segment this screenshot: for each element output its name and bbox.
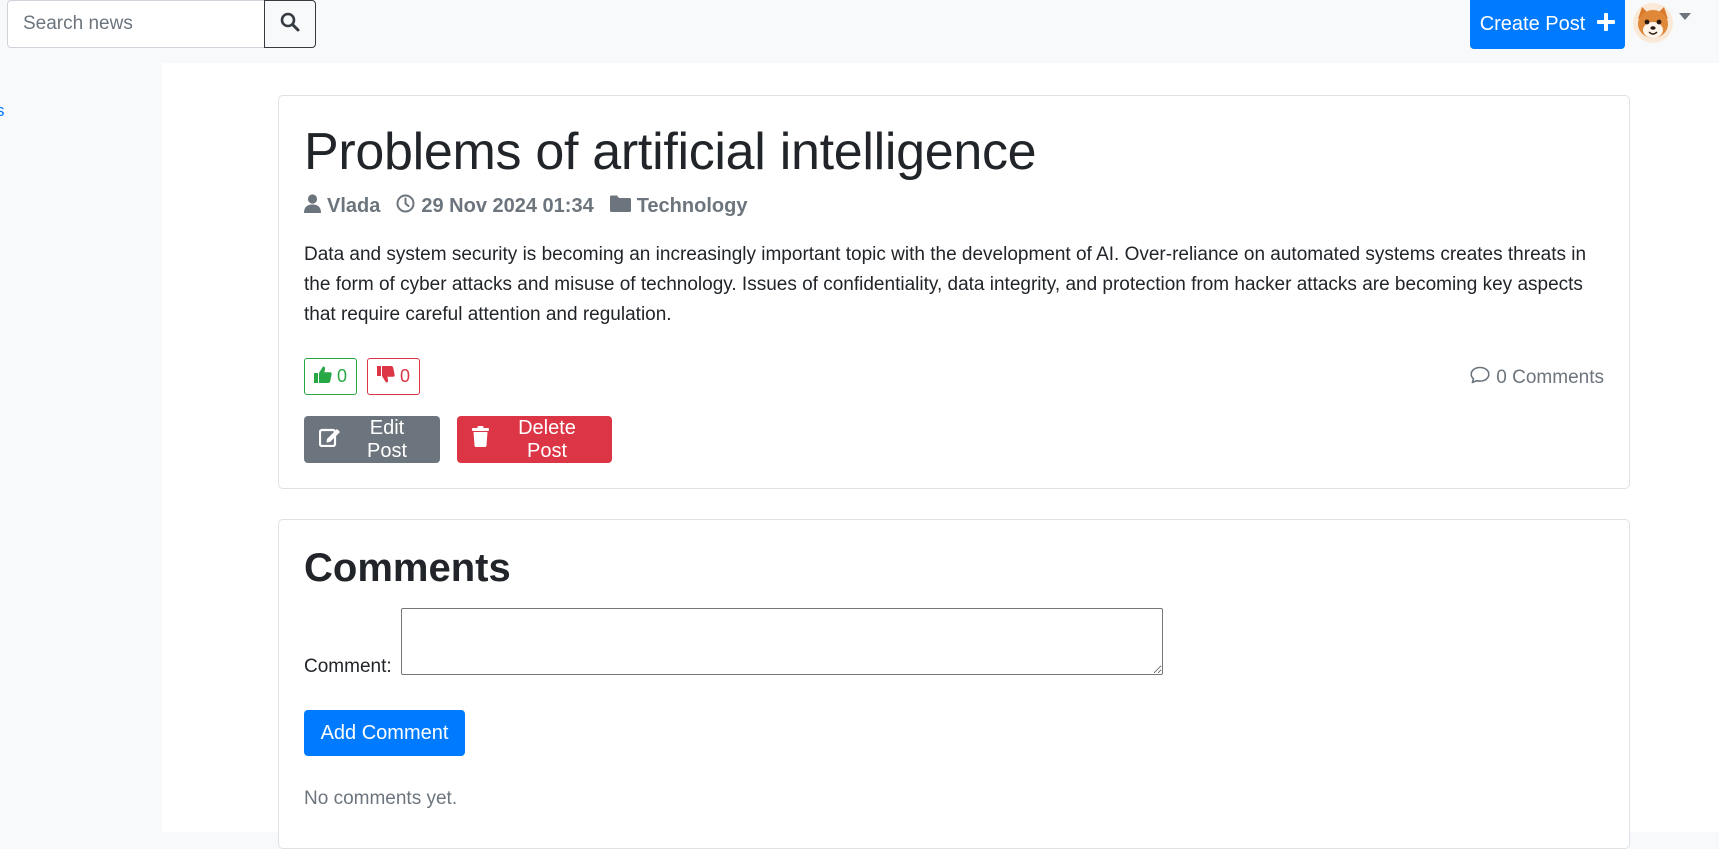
edit-post-label: Edit Post [366,416,408,462]
chevron-down-icon [1679,12,1691,20]
edit-icon [318,427,341,453]
date-text: 29 Nov 2024 01:34 [421,195,594,217]
comment-label: Comment: [304,656,392,677]
edit-post-button[interactable]: Edit Post [304,416,440,463]
user-menu-toggle[interactable] [1633,3,1691,43]
comment-textarea[interactable] [401,608,1163,675]
no-comments-text: No comments yet. [304,788,458,809]
user-icon [304,194,321,219]
thumbs-down-icon [377,365,395,388]
clock-icon [396,194,415,219]
comments-link[interactable]: 0 Comments [1470,366,1604,390]
thumbs-up-icon [314,366,332,388]
delete-post-label: Delete Post [518,416,576,462]
comment-icon [1470,366,1490,390]
main-content: Problems of artificial intelligence Vlad… [162,63,1719,849]
dislike-button[interactable]: 0 [367,358,421,395]
author-name: Vlada [327,195,381,217]
search-button[interactable] [264,0,316,48]
trash-icon [472,426,489,453]
post-category: Technology [609,195,748,218]
post-meta: Vlada 29 Nov 2024 01:34 Technology [304,194,747,219]
comments-heading: Comments [304,546,511,590]
category-text: Technology [636,195,748,217]
create-post-label: Create Post [1479,13,1586,35]
like-button[interactable]: 0 [304,358,358,395]
search-icon [280,12,300,37]
like-count: 0 [337,366,348,386]
post-body: Data and system security is becoming an … [304,244,1587,325]
plus-icon [1597,12,1616,37]
post-date: 29 Nov 2024 01:34 [396,194,594,219]
search-input[interactable] [7,0,264,48]
delete-post-button[interactable]: Delete Post [457,416,612,463]
comments-card: Comments Comment: Add Comment No comment… [278,519,1630,849]
avatar [1633,3,1673,43]
sidebar: s [0,63,162,832]
sidebar-link[interactable]: s [0,101,5,121]
add-comment-button[interactable]: Add Comment [304,710,465,756]
post-title: Problems of artificial intelligence [304,123,1037,181]
comments-count-text: 0 Comments [1496,367,1604,388]
search-form [7,0,316,48]
post-author: Vlada [304,194,380,219]
dislike-count: 0 [400,366,411,386]
create-post-button[interactable]: Create Post [1470,0,1625,49]
folder-icon [609,195,631,218]
post-card: Problems of artificial intelligence Vlad… [278,95,1630,489]
top-navbar: Create Post [0,0,1719,63]
